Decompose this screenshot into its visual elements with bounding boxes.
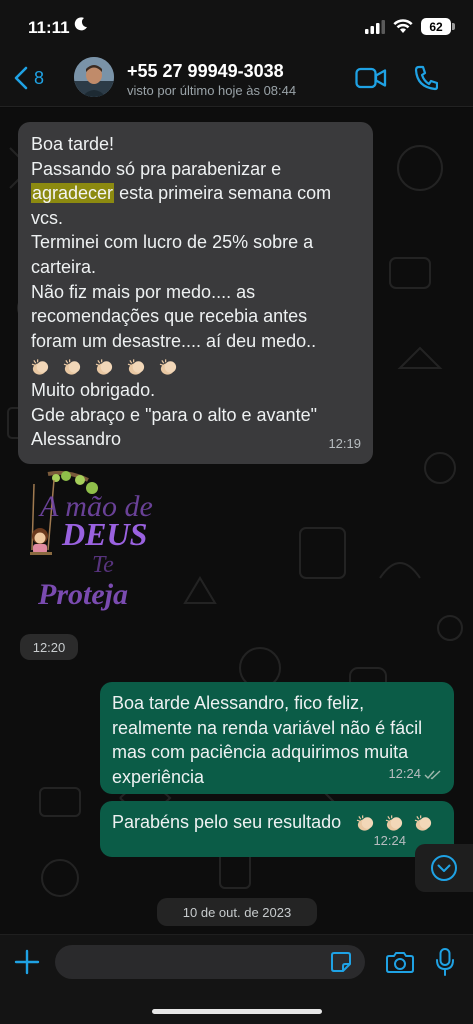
moon-icon (74, 17, 87, 31)
clapping-hands-icon (95, 358, 113, 375)
status-time: 11:11 (28, 18, 70, 37)
incoming-message[interactable]: Boa tarde! Passando só pra parabenizar e… (18, 122, 373, 464)
sticker-message[interactable]: A mão de DEUS Te Proteja (18, 470, 178, 630)
message-text-line: Alessandro (31, 429, 122, 450)
message-text-line: Terminei com lucro de 25% sobre a (31, 232, 314, 253)
chat-area[interactable]: Boa tarde! Passando só pra parabenizar e… (0, 108, 473, 934)
message-time: 12:20 (20, 634, 78, 660)
message-meta: 12:24 (373, 829, 406, 854)
outgoing-message[interactable]: Parabéns pelo seu resultado 12:24 (100, 801, 454, 857)
sticker-text-line: Te (92, 552, 114, 578)
message-text-line: recomendações que recebia antes (31, 306, 308, 327)
message-time: 12:19 (328, 436, 361, 452)
clapping-hands-icon (356, 815, 374, 831)
battery-icon: 62 (421, 18, 455, 35)
clapping-hands-emoji-row (31, 353, 361, 378)
home-indicator (152, 1009, 322, 1014)
date-divider: 10 de out. de 2023 (157, 898, 317, 926)
unread-count: 8 (34, 67, 45, 88)
message-input[interactable] (55, 945, 365, 979)
chevron-down-circle-icon (431, 855, 457, 881)
phone-call-icon[interactable] (414, 65, 438, 91)
scroll-to-bottom-button[interactable] (415, 844, 473, 892)
message-text-line: Passando só pra parabenizar e (31, 158, 282, 179)
camera-icon[interactable] (386, 950, 414, 974)
sticker-text-line: Proteja (38, 578, 128, 611)
message-text-line: Gde abraço e "para o alto e avante" (31, 404, 317, 425)
double-check-icon (424, 770, 441, 780)
outgoing-message[interactable]: Boa tarde Alessandro, fico feliz, realme… (100, 682, 454, 794)
chevron-left-icon (14, 66, 28, 90)
status-indicators: 62 (365, 18, 455, 35)
wifi-icon (393, 19, 413, 33)
message-text-fragment: Parabéns pelo seu resultado (112, 812, 342, 832)
message-text-line: Muito obrigado. (31, 379, 156, 400)
message-text-line: Boa tarde! (31, 134, 115, 154)
cellular-signal-icon (365, 19, 385, 34)
clapping-hands-icon (159, 358, 177, 375)
avatar[interactable] (74, 57, 114, 97)
message-text-line: vcs. (31, 207, 64, 228)
sticker-icon[interactable] (330, 951, 352, 973)
microphone-icon[interactable] (435, 947, 455, 977)
back-button[interactable]: 8 (14, 66, 44, 90)
message-text-line: Boa tarde Alessandro, fico feliz, (112, 693, 365, 713)
plus-icon[interactable] (14, 949, 40, 975)
status-bar: 11:11 62 (0, 0, 473, 52)
message-time: 12:24 (388, 766, 421, 782)
sticker-text-line: DEUS (62, 516, 148, 552)
message-time: 12:24 (373, 833, 406, 849)
message-text-line: mas com paciência adquirimos muita (112, 742, 409, 763)
contact-last-seen: visto por último hoje às 08:44 (127, 83, 297, 98)
message-text-line: agradecer esta primeira semana com (31, 181, 361, 206)
clapping-hands-icon (414, 815, 432, 831)
chat-header: 8 +55 27 99949-3038 visto por último hoj… (0, 52, 473, 107)
highlighted-word: agradecer (31, 183, 115, 204)
message-text-line: carteira. (31, 256, 97, 277)
clapping-hands-icon (31, 358, 49, 375)
contact-name[interactable]: +55 27 99949-3038 (127, 61, 284, 82)
clapping-hands-icon (63, 358, 81, 375)
message-text-line: realmente na renda variável não é fácil (112, 717, 423, 738)
message-text-line: Não fiz mais por medo.... as (31, 281, 256, 302)
battery-level: 62 (429, 19, 443, 34)
video-call-icon[interactable] (355, 67, 387, 89)
message-input-bar (0, 934, 473, 1024)
message-text-line: foram um desastre.... aí deu medo.. (31, 330, 317, 351)
clapping-hands-icon (127, 358, 145, 375)
message-meta: 12:24 (388, 762, 442, 787)
message-text-fragment: esta primeira semana com (114, 183, 332, 204)
avatar-photo (74, 57, 114, 97)
